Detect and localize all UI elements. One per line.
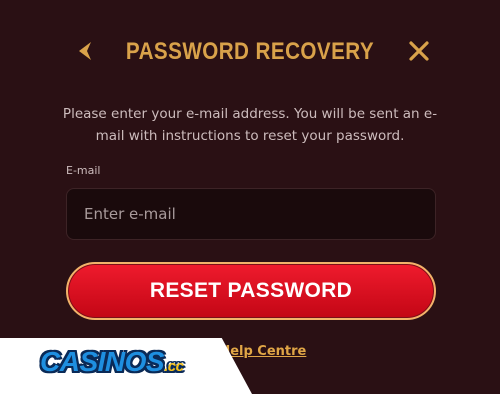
watermark-logo-text: CASINOS (40, 346, 165, 377)
close-icon[interactable] (408, 40, 430, 62)
watermark-logo-suffix: .cc (164, 358, 184, 375)
watermark-logo: CASINOS.cc (40, 346, 184, 378)
help-centre-link[interactable]: Help Centre (219, 344, 306, 359)
page-title: PASSWORD RECOVERY (125, 38, 375, 65)
instructions-text: Please enter your e-mail address. You wi… (62, 106, 438, 144)
email-label: E-mail (66, 164, 101, 177)
email-field[interactable] (66, 188, 436, 240)
modal-header: PASSWORD RECOVERY (0, 28, 500, 78)
reset-password-button[interactable]: RESET PASSWORD (66, 262, 436, 320)
